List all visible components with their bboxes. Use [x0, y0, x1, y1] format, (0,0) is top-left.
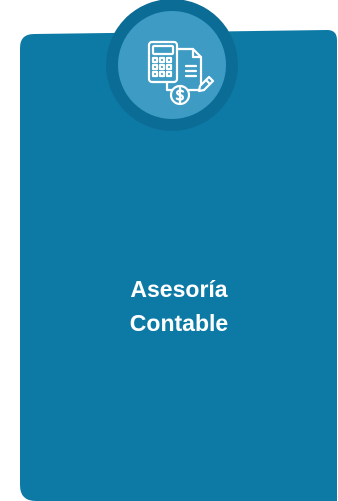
card-title: Asesoría Contable [20, 272, 338, 340]
service-card[interactable]: Asesoría Contable [0, 0, 338, 501]
card-title-line-1: Asesoría [130, 276, 228, 302]
accounting-calculator-document-icon [106, 0, 238, 131]
card-title-line-2: Contable [129, 310, 229, 336]
